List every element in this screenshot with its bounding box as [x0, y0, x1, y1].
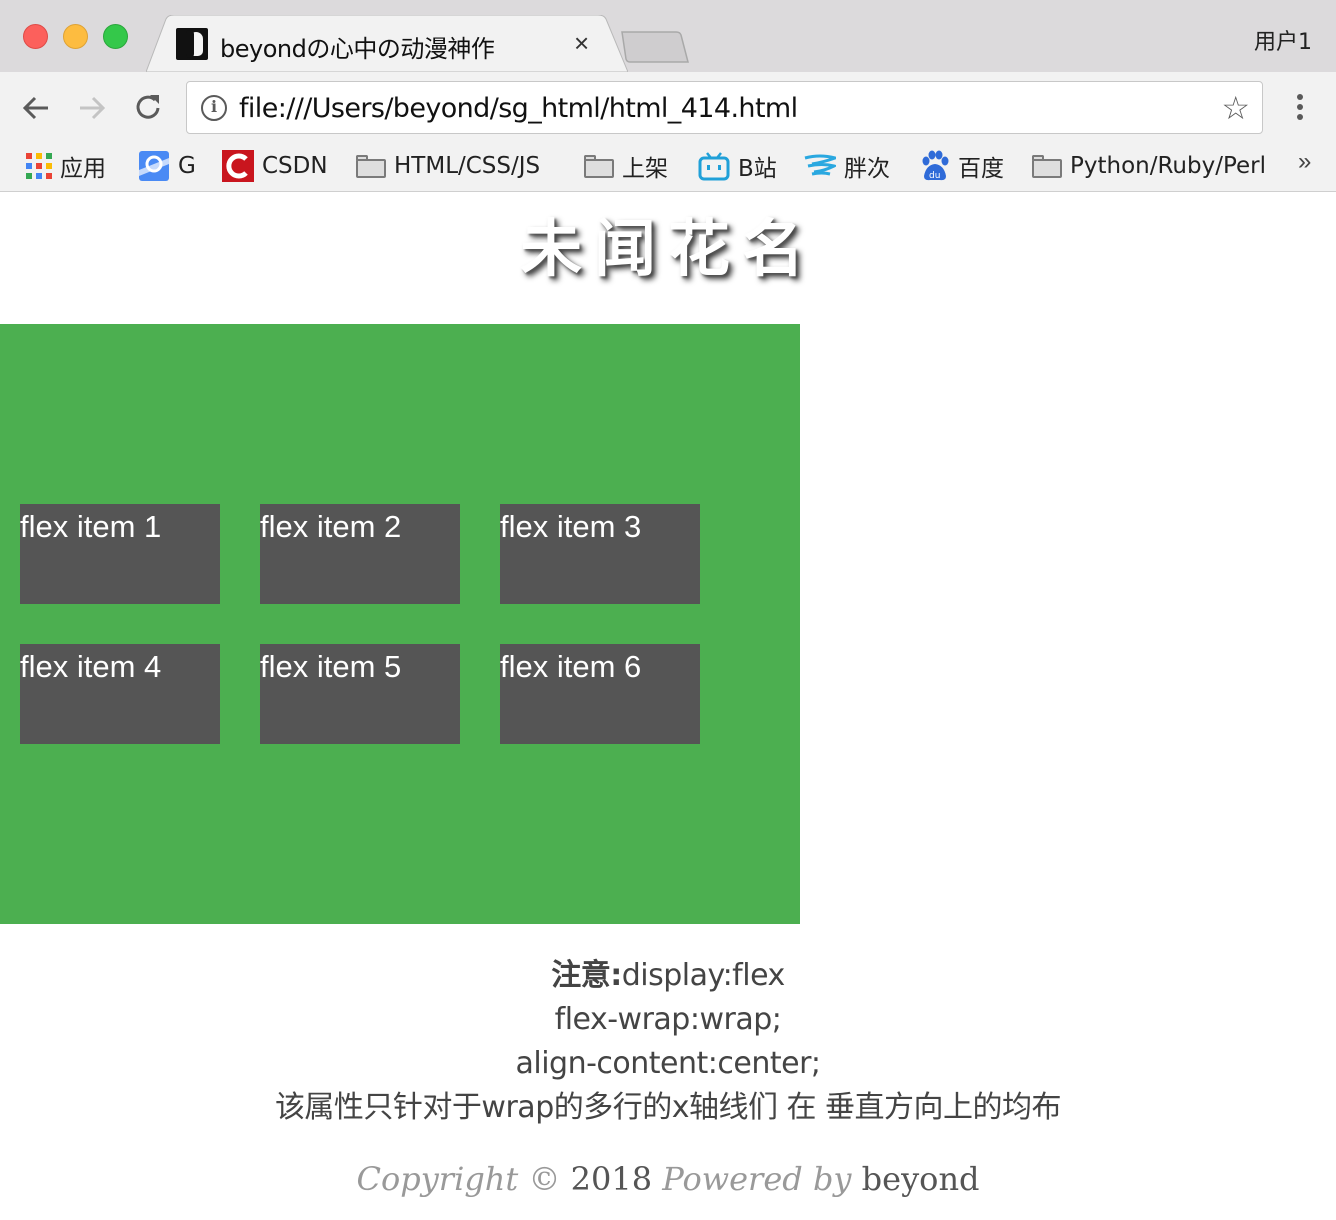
flex-item: flex item 2	[260, 504, 460, 604]
browser-menu-icon[interactable]	[1290, 94, 1310, 124]
bilibili-icon	[698, 152, 730, 181]
flex-item: flex item 1	[20, 504, 220, 604]
bookmark-label: Python/Ruby/Perl	[1070, 153, 1267, 179]
footer-copyright-symbol: ©	[528, 1160, 561, 1198]
bookmark-star-icon[interactable]: ☆	[1221, 91, 1250, 125]
note-line-4: 该属性只针对于wrap的多行的x轴线们 在 垂直方向上的均布	[274, 1090, 1062, 1125]
flex-item: flex item 6	[500, 644, 700, 744]
wave-icon	[804, 154, 836, 176]
bookmark-folder-python[interactable]: Python/Ruby/Perl	[1032, 148, 1266, 184]
note-line-3: align-content:center;	[515, 1046, 821, 1081]
bookmark-csdn[interactable]: CSDN	[222, 148, 328, 184]
browser-titlebar: beyondの心中の动漫神作 × 用户1	[0, 0, 1336, 72]
bookmark-folder-html[interactable]: HTML/CSS/JS	[356, 148, 540, 184]
profile-name[interactable]: 用户1	[1254, 24, 1312, 56]
maximize-window-button[interactable]	[103, 24, 128, 49]
bookmark-label: 应用	[60, 156, 106, 182]
footer-powered-by: Powered by	[662, 1160, 852, 1198]
new-tab-button[interactable]	[620, 30, 690, 64]
reload-icon[interactable]	[130, 90, 166, 126]
bookmark-label: 上架	[622, 156, 668, 182]
tab-close-icon[interactable]: ×	[574, 29, 589, 57]
bookmark-label: G	[178, 153, 196, 179]
page-content: 未闻花名 flex item 1 flex item 2 flex item 3…	[0, 192, 1336, 1220]
apps-grid-icon	[26, 153, 52, 179]
bookmark-bilibili[interactable]: B站	[698, 148, 777, 184]
svg-text:du: du	[929, 171, 940, 181]
footer-copyright: Copyright	[356, 1160, 519, 1198]
folder-icon	[1032, 154, 1062, 178]
bookmark-label: HTML/CSS/JS	[394, 153, 541, 179]
back-arrow-icon[interactable]	[18, 90, 54, 126]
flex-item: flex item 4	[20, 644, 220, 744]
forward-arrow-icon[interactable]	[74, 90, 110, 126]
bookmark-apps[interactable]: 应用	[26, 148, 106, 184]
flex-item: flex item 5	[260, 644, 460, 744]
flex-container: flex item 1 flex item 2 flex item 3 flex…	[0, 324, 800, 924]
bookmarks-bar: 应用 G CSDN HTML/CSS/JS 上架 B站 胖次 du 百度 Pyt…	[0, 144, 1336, 192]
info-icon[interactable]: i	[201, 95, 227, 121]
bookmark-folder-shangjia[interactable]: 上架	[584, 148, 668, 184]
footer: Copyright © 2018 Powered by beyond	[0, 1160, 1336, 1198]
bookmarks-overflow-chevron-icon[interactable]: »	[1298, 148, 1311, 176]
address-url[interactable]: file:///Users/beyond/sg_html/html_414.ht…	[239, 93, 798, 124]
tab-active[interactable]: beyondの心中の动漫神作 ×	[146, 15, 628, 72]
folder-icon	[356, 154, 386, 178]
page-title: 未闻花名	[519, 212, 816, 285]
folder-icon	[584, 154, 614, 178]
tab-title: beyondの心中の动漫神作	[220, 35, 495, 63]
minimize-window-button[interactable]	[63, 24, 88, 49]
note-label: 注意:	[551, 958, 622, 993]
note-block: 注意:display:flex flex-wrap:wrap; align-co…	[0, 954, 1336, 1130]
footer-year: 2018	[570, 1160, 653, 1198]
google-maps-icon	[139, 151, 169, 181]
close-window-button[interactable]	[23, 24, 48, 49]
note-line-2: flex-wrap:wrap;	[554, 1002, 782, 1037]
bookmark-label: 百度	[958, 156, 1004, 182]
footer-author: beyond	[861, 1160, 980, 1198]
bookmark-g[interactable]: G	[138, 148, 196, 184]
csdn-icon	[222, 150, 254, 182]
bookmark-label: 胖次	[844, 156, 890, 182]
address-bar[interactable]: i file:///Users/beyond/sg_html/html_414.…	[186, 81, 1263, 134]
bookmark-label: CSDN	[262, 153, 328, 179]
bookmark-baidu[interactable]: du 百度	[918, 148, 1004, 184]
baidu-paw-icon: du	[922, 150, 949, 181]
bookmark-pangci[interactable]: 胖次	[804, 148, 890, 184]
tab-favicon-icon	[176, 28, 208, 60]
flex-item: flex item 3	[500, 504, 700, 604]
browser-toolbar: i file:///Users/beyond/sg_html/html_414.…	[0, 72, 1336, 144]
bookmark-label: B站	[738, 156, 777, 182]
note-line-1: display:flex	[621, 958, 786, 993]
